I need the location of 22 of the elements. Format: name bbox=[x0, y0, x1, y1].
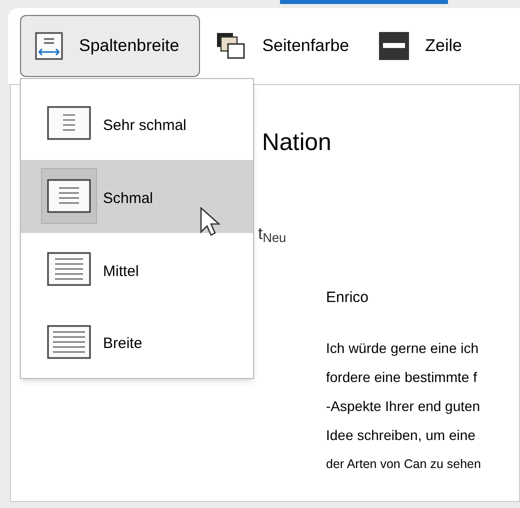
toolbar-button[interactable]: Spaltenbreite bbox=[20, 15, 200, 77]
document-title: Nation bbox=[262, 128, 332, 158]
column-width-icon bbox=[35, 32, 63, 60]
column-width-icon bbox=[47, 324, 91, 359]
document-subtitle: t$_{Neu}$ bbox=[258, 223, 288, 246]
document-text: fordere eine bestimmte f bbox=[326, 368, 477, 386]
document-text: Ich würde gerne eine ich bbox=[326, 338, 479, 358]
toolbar-button[interactable]: Seitenfarbe bbox=[210, 15, 370, 77]
page-color-icon bbox=[216, 32, 246, 60]
menu-item[interactable]: Mittel bbox=[21, 232, 253, 306]
document-greeting: Enrico bbox=[326, 288, 370, 308]
menu-item[interactable]: Sehr schmal bbox=[21, 87, 253, 160]
mouse-cursor-icon bbox=[200, 207, 222, 237]
toolbar-button[interactable]: Zeile bbox=[373, 15, 482, 77]
document-text: -Aspekte Ihrer end guten bbox=[326, 396, 480, 416]
menu-item[interactable]: Schmal bbox=[21, 160, 253, 232]
column-width-icon bbox=[47, 252, 91, 286]
document-text: der Arten von Can zu sehen bbox=[326, 456, 481, 473]
document-text: Idee schreiben, um eine bbox=[326, 426, 476, 444]
column-width-icon bbox=[47, 106, 91, 140]
column-width-icon bbox=[47, 179, 91, 214]
menu-item[interactable]: Breite bbox=[21, 305, 253, 378]
